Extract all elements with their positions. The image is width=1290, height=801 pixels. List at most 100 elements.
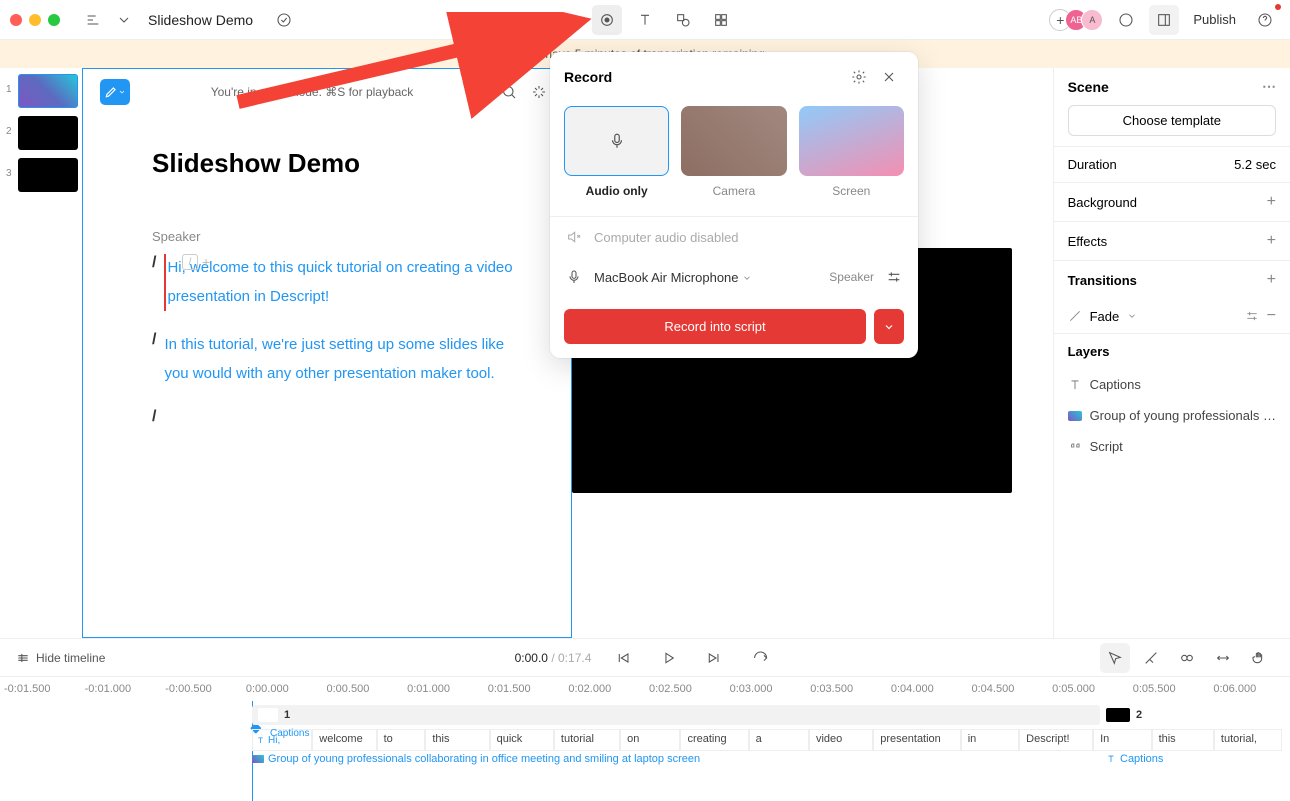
speaker-assign-label[interactable]: Speaker bbox=[829, 270, 874, 284]
slide-thumbnail[interactable]: 3 bbox=[4, 158, 78, 192]
maximize-window-icon[interactable] bbox=[48, 14, 60, 26]
add-effect-icon[interactable]: + bbox=[1267, 232, 1276, 250]
timeline-tick: -0:01.500 bbox=[0, 683, 81, 695]
record-into-script-button[interactable]: Record into script bbox=[564, 309, 866, 344]
skip-forward-button[interactable] bbox=[699, 643, 729, 673]
hide-timeline-label: Hide timeline bbox=[36, 651, 105, 665]
word-cell[interactable]: tutorial, bbox=[1214, 729, 1282, 751]
pointer-tool-icon[interactable] bbox=[1100, 643, 1130, 673]
word-track[interactable]: Hi,Captionswelcometothisquicktutorialonc… bbox=[252, 729, 1282, 751]
range-tool-icon[interactable] bbox=[1208, 643, 1238, 673]
computer-audio-row[interactable]: Computer audio disabled bbox=[550, 217, 918, 257]
choose-template-button[interactable]: Choose template bbox=[1068, 105, 1276, 136]
word-cell[interactable]: in bbox=[961, 729, 1019, 751]
record-popover: Record Audio only Camera Screen Computer… bbox=[550, 52, 918, 358]
captions-track-right[interactable]: Captions bbox=[1106, 753, 1163, 765]
microphone-row[interactable]: MacBook Air Microphone Speaker bbox=[550, 257, 918, 297]
chevron-down-icon[interactable] bbox=[116, 5, 132, 35]
slide-thumbnail[interactable]: 1 bbox=[4, 74, 78, 108]
timeline-tick: 0:02.500 bbox=[645, 683, 726, 695]
gallery-tool-button[interactable] bbox=[706, 5, 736, 35]
slide-number: 3 bbox=[6, 168, 12, 179]
word-cell[interactable]: to bbox=[377, 729, 426, 751]
word-cell[interactable]: Hi,Captions bbox=[252, 729, 312, 751]
add-scene-icon[interactable]: + bbox=[202, 254, 210, 270]
word-cell[interactable]: on bbox=[620, 729, 680, 751]
word-cell[interactable]: this bbox=[425, 729, 489, 751]
word-cell[interactable]: In bbox=[1093, 729, 1151, 751]
adjust-icon[interactable] bbox=[1245, 309, 1259, 323]
add-transition-icon[interactable]: + bbox=[1267, 271, 1276, 289]
text-tool-button[interactable] bbox=[630, 5, 660, 35]
play-button[interactable] bbox=[653, 643, 683, 673]
script-tool-button[interactable] bbox=[554, 5, 584, 35]
slide-number: 1 bbox=[6, 84, 12, 95]
top-toolbar: Slideshow Demo + AB A Publi bbox=[0, 0, 1290, 40]
record-options-dropdown[interactable] bbox=[874, 309, 904, 344]
loop-button[interactable] bbox=[745, 643, 775, 673]
panel-toggle-button[interactable] bbox=[1149, 5, 1179, 35]
timeline-tick: 0:05.500 bbox=[1129, 683, 1210, 695]
timeline-ruler[interactable]: -0:01.500-0:01.000-0:00.5000:00.0000:00.… bbox=[0, 677, 1290, 701]
remove-transition-icon[interactable]: − bbox=[1267, 307, 1276, 325]
record-option-label: Camera bbox=[681, 184, 786, 198]
word-cell[interactable]: quick bbox=[490, 729, 554, 751]
publish-button[interactable]: Publish bbox=[1187, 12, 1242, 27]
word-cell[interactable]: this bbox=[1152, 729, 1214, 751]
minimize-window-icon[interactable] bbox=[29, 14, 41, 26]
word-cell[interactable]: creating bbox=[680, 729, 748, 751]
timeline-tick: 0:06.000 bbox=[1209, 683, 1290, 695]
timeline[interactable]: -0:01.500-0:01.000-0:00.5000:00.0000:00.… bbox=[0, 676, 1290, 791]
skip-back-button[interactable] bbox=[607, 643, 637, 673]
timeline-tracks[interactable]: 1 2 Hi,Captionswelcometothisquicktutoria… bbox=[0, 701, 1290, 791]
timeline-tick: 0:04.500 bbox=[968, 683, 1049, 695]
record-tool-button[interactable] bbox=[592, 5, 622, 35]
script-editor: You're in write mode. ⌘S for playback Sl… bbox=[82, 68, 572, 638]
word-cell[interactable]: presentation bbox=[873, 729, 960, 751]
shapes-tool-button[interactable] bbox=[668, 5, 698, 35]
player-bar: Hide timeline 0:00.0 / 0:17.4 bbox=[0, 638, 1290, 676]
toolbar-right: + AB A Publish bbox=[1049, 5, 1280, 35]
help-button[interactable] bbox=[1250, 5, 1280, 35]
scene-clip[interactable]: 1 bbox=[252, 705, 1100, 725]
layer-item-captions[interactable]: Captions bbox=[1054, 369, 1290, 400]
properties-panel: Scene ⋯ Choose template Duration 5.2 sec… bbox=[1053, 68, 1290, 638]
timeline-tick: 0:00.500 bbox=[323, 683, 404, 695]
layer-item-image[interactable]: Group of young professionals … bbox=[1054, 400, 1290, 431]
word-cell[interactable]: a bbox=[749, 729, 809, 751]
close-icon[interactable] bbox=[874, 62, 904, 92]
settings-icon[interactable] bbox=[844, 62, 874, 92]
scene-more-icon[interactable]: ⋯ bbox=[1262, 78, 1276, 95]
scene-marker-icon[interactable]: / bbox=[182, 254, 198, 270]
timeline-tick: 0:04.000 bbox=[887, 683, 968, 695]
transition-item[interactable]: Fade − bbox=[1054, 299, 1290, 333]
image-clip-track[interactable]: Group of young professionals collaborati… bbox=[252, 753, 700, 765]
link-tool-icon[interactable] bbox=[1172, 643, 1202, 673]
collaborator-avatars[interactable]: + AB A bbox=[1049, 9, 1103, 31]
scene-clip-thumb bbox=[258, 708, 278, 722]
slide-thumbnail[interactable]: 2 bbox=[4, 116, 78, 150]
project-menu-button[interactable] bbox=[78, 5, 108, 35]
blade-tool-icon[interactable] bbox=[1136, 643, 1166, 673]
layer-item-script[interactable]: Script bbox=[1054, 431, 1290, 462]
word-cell[interactable]: welcome bbox=[312, 729, 376, 751]
paragraph-gutter[interactable]: / + bbox=[182, 254, 210, 270]
word-cell[interactable]: tutorial bbox=[554, 729, 620, 751]
adjust-icon[interactable] bbox=[886, 269, 902, 285]
hand-tool-icon[interactable] bbox=[1244, 643, 1274, 673]
document-title[interactable]: Slideshow Demo bbox=[148, 12, 253, 28]
record-option-audio[interactable]: Audio only bbox=[564, 106, 669, 198]
scene-clip-thumb bbox=[1106, 708, 1130, 722]
scene-section-title: Scene bbox=[1068, 79, 1109, 95]
word-cell[interactable]: video bbox=[809, 729, 873, 751]
chevron-down-icon[interactable] bbox=[742, 273, 752, 283]
screen-preview bbox=[799, 106, 904, 176]
hide-timeline-button[interactable]: Hide timeline bbox=[16, 651, 105, 665]
add-background-icon[interactable]: + bbox=[1267, 193, 1276, 211]
scene-clip[interactable]: 2 bbox=[1106, 705, 1142, 725]
word-cell[interactable]: Descript! bbox=[1019, 729, 1093, 751]
record-option-screen[interactable]: Screen bbox=[799, 106, 904, 198]
comments-button[interactable] bbox=[1111, 5, 1141, 35]
close-window-icon[interactable] bbox=[10, 14, 22, 26]
record-option-camera[interactable]: Camera bbox=[681, 106, 786, 198]
